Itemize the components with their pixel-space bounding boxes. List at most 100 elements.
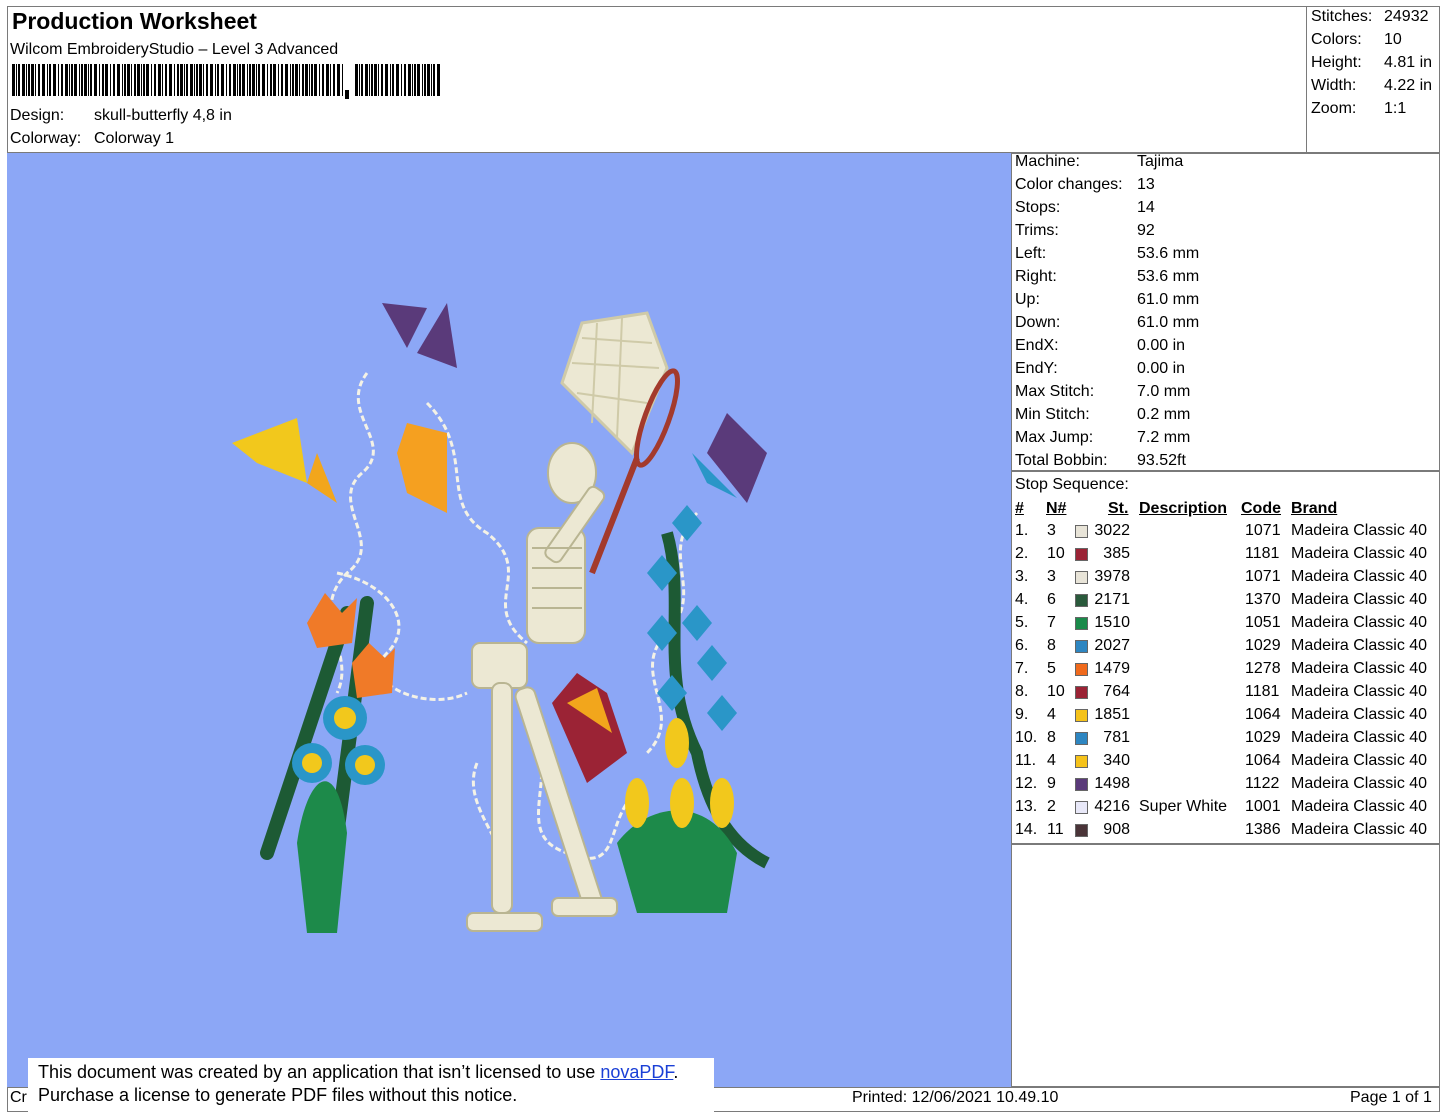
notice-text: This document was created by an applicat… bbox=[38, 1062, 601, 1082]
row-stitches: 3022 bbox=[1094, 522, 1130, 539]
row-code: 1029 bbox=[1245, 729, 1281, 746]
row-stitches: 908 bbox=[1103, 821, 1130, 838]
page-title: Production Worksheet bbox=[12, 8, 257, 34]
row-description: Super White bbox=[1139, 798, 1228, 815]
stat-label: Zoom: bbox=[1311, 100, 1357, 117]
color-swatch bbox=[1075, 801, 1088, 814]
row-code: 1122 bbox=[1245, 775, 1280, 792]
row-needle: 7 bbox=[1047, 614, 1056, 631]
row-code: 1386 bbox=[1245, 821, 1281, 838]
info-value: 7.0 mm bbox=[1137, 383, 1191, 400]
table-row: 1. 3 3022 1071 Madeira Classic 40 bbox=[1012, 522, 1440, 545]
table-row: 9. 4 1851 1064 Madeira Classic 40 bbox=[1012, 706, 1440, 729]
color-swatch bbox=[1075, 640, 1088, 653]
info-value: 0.2 mm bbox=[1137, 406, 1191, 423]
info-value: 53.6 mm bbox=[1137, 245, 1200, 262]
notice-period: . bbox=[673, 1062, 679, 1082]
row-code: 1278 bbox=[1245, 660, 1281, 677]
info-label: Down: bbox=[1015, 314, 1061, 331]
col-header-description: Description bbox=[1139, 500, 1228, 517]
row-brand: Madeira Classic 40 bbox=[1291, 821, 1428, 838]
info-label: Up: bbox=[1015, 291, 1040, 308]
table-row: 4. 6 2171 1370 Madeira Classic 40 bbox=[1012, 591, 1440, 614]
info-label: Max Stitch: bbox=[1015, 383, 1095, 400]
row-brand: Madeira Classic 40 bbox=[1291, 706, 1428, 723]
col-header-brand: Brand bbox=[1291, 500, 1338, 517]
row-stitches: 781 bbox=[1103, 729, 1130, 746]
row-brand: Madeira Classic 40 bbox=[1291, 568, 1428, 585]
row-needle: 4 bbox=[1047, 752, 1056, 769]
row-code: 1181 bbox=[1245, 683, 1280, 700]
row-brand: Madeira Classic 40 bbox=[1291, 591, 1428, 608]
color-swatch bbox=[1075, 824, 1088, 837]
novapdf-link[interactable]: novaPDF bbox=[600, 1062, 673, 1082]
table-row: 6. 8 2027 1029 Madeira Classic 40 bbox=[1012, 637, 1440, 660]
row-code: 1181 bbox=[1245, 545, 1280, 562]
row-number: 6. bbox=[1015, 637, 1029, 654]
color-swatch bbox=[1075, 709, 1088, 722]
row-brand: Madeira Classic 40 bbox=[1291, 729, 1428, 746]
table-row: 3. 3 3978 1071 Madeira Classic 40 bbox=[1012, 568, 1440, 591]
row-number: 9. bbox=[1015, 706, 1029, 723]
info-value: 0.00 in bbox=[1137, 360, 1186, 377]
color-swatch bbox=[1075, 732, 1088, 745]
color-swatch bbox=[1075, 686, 1088, 699]
info-value: 92 bbox=[1137, 222, 1155, 239]
row-code: 1071 bbox=[1245, 522, 1281, 539]
row-stitches: 1510 bbox=[1094, 614, 1130, 631]
info-label: Min Stitch: bbox=[1015, 406, 1090, 423]
table-row: 10. 8 781 1029 Madeira Classic 40 bbox=[1012, 729, 1440, 752]
row-number: 2. bbox=[1015, 545, 1029, 562]
footer-printed-date: Printed: 12/06/2021 10.49.10 bbox=[852, 1089, 1059, 1106]
table-row: 2. 10 385 1181 Madeira Classic 40 bbox=[1012, 545, 1440, 568]
row-number: 7. bbox=[1015, 660, 1029, 677]
info-value: 14 bbox=[1137, 199, 1155, 216]
row-number: 3. bbox=[1015, 568, 1029, 585]
row-number: 1. bbox=[1015, 522, 1029, 539]
row-brand: Madeira Classic 40 bbox=[1291, 637, 1428, 654]
table-row: 11. 4 340 1064 Madeira Classic 40 bbox=[1012, 752, 1440, 775]
row-code: 1370 bbox=[1245, 591, 1281, 608]
empty-panel-frame bbox=[1011, 844, 1440, 1087]
row-needle: 8 bbox=[1047, 637, 1056, 654]
stat-value: 4.22 in bbox=[1384, 77, 1433, 94]
info-label: Right: bbox=[1015, 268, 1057, 285]
table-row: 12. 9 1498 1122 Madeira Classic 40 bbox=[1012, 775, 1440, 798]
row-number: 14. bbox=[1015, 821, 1038, 838]
row-needle: 3 bbox=[1047, 568, 1056, 585]
info-label: Stops: bbox=[1015, 199, 1061, 216]
colorway-label: Colorway: bbox=[10, 130, 82, 147]
design-value: skull-butterfly 4,8 in bbox=[94, 107, 232, 124]
info-value: 53.6 mm bbox=[1137, 268, 1200, 285]
row-brand: Madeira Classic 40 bbox=[1291, 775, 1428, 792]
row-code: 1001 bbox=[1245, 798, 1281, 815]
color-swatch bbox=[1075, 617, 1088, 630]
info-label: Trims: bbox=[1015, 222, 1059, 239]
stat-label: Height: bbox=[1311, 54, 1362, 71]
row-code: 1051 bbox=[1245, 614, 1281, 631]
color-swatch bbox=[1075, 778, 1088, 791]
row-brand: Madeira Classic 40 bbox=[1291, 545, 1428, 562]
info-value: 0.00 in bbox=[1137, 337, 1186, 354]
row-needle: 3 bbox=[1047, 522, 1056, 539]
row-number: 8. bbox=[1015, 683, 1029, 700]
info-label: EndX: bbox=[1015, 337, 1059, 354]
color-swatch bbox=[1075, 525, 1088, 538]
color-swatch bbox=[1075, 594, 1088, 607]
stat-label: Colors: bbox=[1311, 31, 1362, 48]
color-swatch bbox=[1075, 548, 1088, 561]
table-row: 7. 5 1479 1278 Madeira Classic 40 bbox=[1012, 660, 1440, 683]
row-stitches: 1498 bbox=[1094, 775, 1130, 792]
colorway-value: Colorway 1 bbox=[94, 130, 175, 147]
row-number: 11. bbox=[1015, 752, 1037, 769]
table-row: 5. 7 1510 1051 Madeira Classic 40 bbox=[1012, 614, 1440, 637]
row-number: 10. bbox=[1015, 729, 1038, 746]
info-value: 7.2 mm bbox=[1137, 429, 1191, 446]
info-value: 13 bbox=[1137, 176, 1155, 193]
row-needle: 4 bbox=[1047, 706, 1056, 723]
table-row: 13. 2 4216 Super White 1001 Madeira Classic 4… bbox=[1012, 798, 1440, 821]
row-needle: 8 bbox=[1047, 729, 1056, 746]
color-swatch bbox=[1075, 571, 1088, 584]
stat-label: Width: bbox=[1311, 77, 1357, 94]
table-row: 14. 11 908 1386 Madeira Classic 40 bbox=[1012, 821, 1440, 844]
